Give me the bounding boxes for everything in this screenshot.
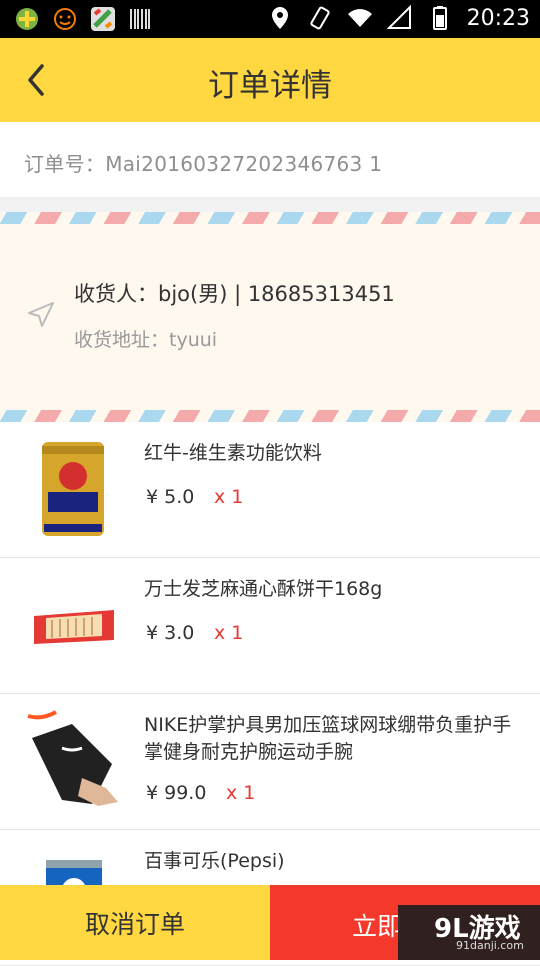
watermark-logo: 9L游戏 91danji.com xyxy=(398,905,540,960)
product-name: 百事可乐(Pepsi) xyxy=(144,850,285,872)
page-title: 订单详情 xyxy=(208,68,332,104)
list-item[interactable]: NIKE护掌护具男加压篮球网球绷带负重护手掌健身耐克护腕运动手腕 ¥ 99.0 … xyxy=(0,694,540,830)
biscuit-package-image xyxy=(34,610,114,644)
status-bar: 20:23 xyxy=(0,0,540,38)
watermark-site: 91danji.com xyxy=(456,939,524,952)
product-name: 万士发芝麻通心酥饼干168g xyxy=(144,578,383,600)
product-price: ¥ 5.0 xyxy=(146,486,195,508)
list-item[interactable]: 万士发芝麻通心酥饼干168g ¥ 3.0 x 1 xyxy=(0,558,540,694)
app-notification-icon xyxy=(16,8,38,30)
status-time: 20:23 xyxy=(466,5,530,31)
location-icon xyxy=(271,7,288,29)
order-number: 订单号：Mai20160327202346763 1 xyxy=(24,152,383,176)
buy-now-label: 立即 xyxy=(352,912,403,941)
cancel-order-button[interactable]: 取消订单 xyxy=(0,885,270,960)
market-notification-icon xyxy=(91,7,115,31)
wrist-brace-image xyxy=(27,710,118,806)
list-item[interactable]: 红牛-维生素功能饮料 ¥ 5.0 x 1 xyxy=(0,422,540,558)
airmail-border-bottom xyxy=(0,410,540,422)
product-quantity: x 1 xyxy=(226,782,256,804)
wifi-icon xyxy=(347,9,372,28)
redbull-can-image xyxy=(42,442,104,536)
address-card[interactable]: 收货人：bjo(男) | 18685313451 收货地址：tyuui xyxy=(0,212,540,422)
shipping-address: 收货地址：tyuui xyxy=(74,329,218,351)
order-number-row: 订单号：Mai20160327202346763 1 xyxy=(0,122,540,198)
vibrate-icon xyxy=(309,6,330,30)
smiley-notification-icon xyxy=(54,8,76,30)
barcode-notification-icon xyxy=(130,9,150,29)
product-price: ¥ 3.0 xyxy=(146,622,195,644)
product-name: 红牛-维生素功能饮料 xyxy=(144,442,322,464)
airmail-border-top xyxy=(0,212,540,224)
product-price: ¥ 99.0 xyxy=(146,782,207,804)
navigation-arrow-icon xyxy=(28,302,54,327)
receiver-info: 收货人：bjo(男) | 18685313451 xyxy=(74,282,395,306)
product-name: NIKE护掌护具男加压篮球网球绷带负重护手掌健身耐克护腕运动手腕 xyxy=(144,714,512,763)
signal-icon xyxy=(386,5,411,29)
battery-icon xyxy=(432,6,447,30)
section-divider xyxy=(0,198,540,212)
header-bar: 订单详情 xyxy=(0,38,540,122)
product-quantity: x 1 xyxy=(214,622,244,644)
product-quantity: x 1 xyxy=(214,486,244,508)
